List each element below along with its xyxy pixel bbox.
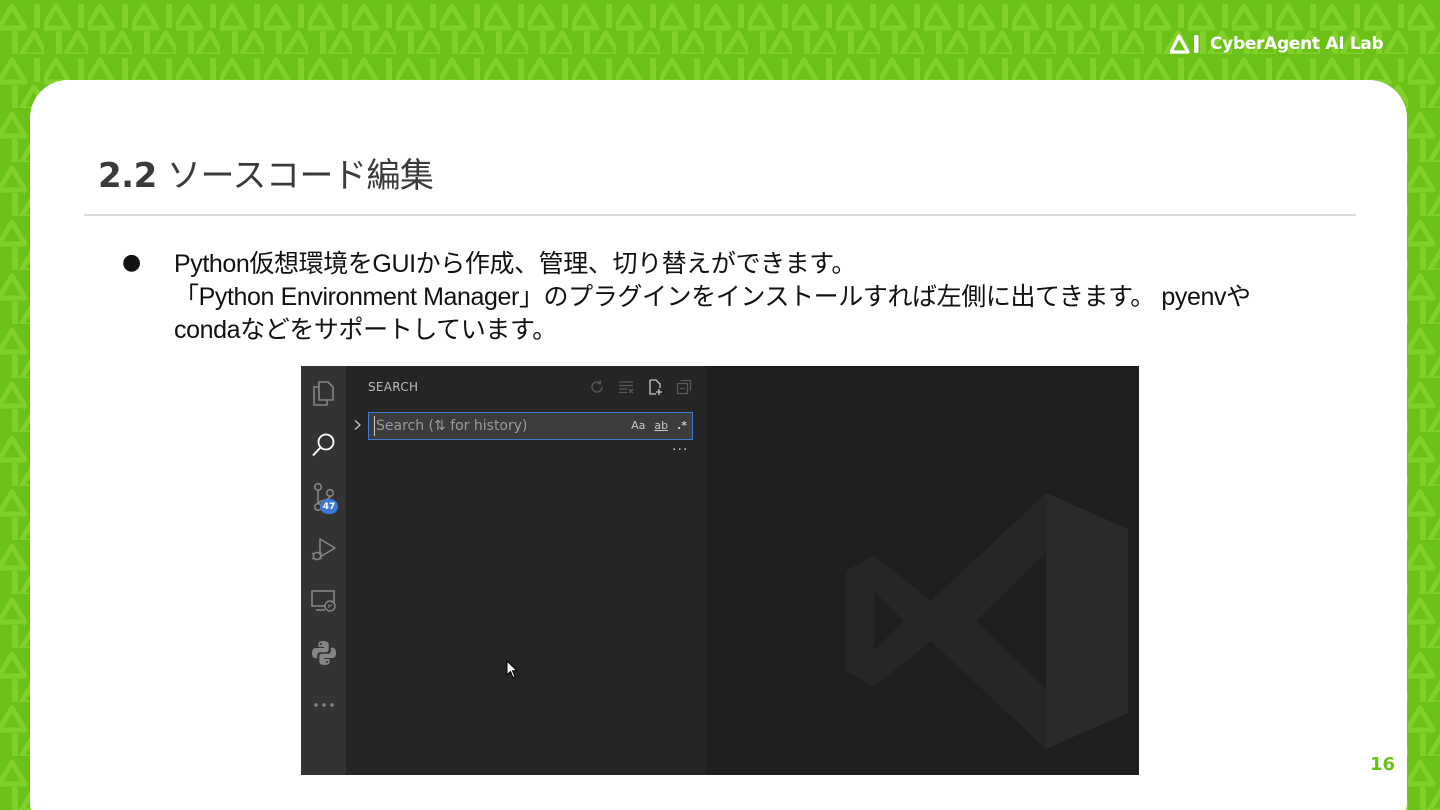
title-divider — [84, 214, 1356, 216]
run-debug-icon[interactable] — [307, 532, 341, 566]
search-box: Aa ab .* — [368, 412, 693, 440]
toggle-replace-chevron-icon[interactable] — [352, 419, 362, 435]
slide-title: 2.2 ソースコード編集 — [98, 148, 434, 197]
brand-name: CyberAgent AI Lab — [1210, 34, 1384, 54]
bullet-line-1: Python仮想環境をGUIから作成、管理、切り替えができます。 — [174, 250, 856, 278]
vscode-screenshot: 47 SEARCH Search (⇅ for history) Aa ab .… — [301, 366, 1139, 775]
files-icon[interactable] — [307, 376, 341, 410]
panel-title: SEARCH — [368, 380, 419, 394]
clear-results-icon[interactable] — [617, 378, 635, 396]
activity-bar: 47 — [301, 366, 346, 775]
scm-badge: 47 — [320, 499, 338, 514]
bullet-line-3: condaなどをサポートしています。 — [174, 316, 557, 344]
bullet-line-2: 「Python Environment Manager」のプラグインをインストー… — [174, 283, 1251, 311]
slide-title-text: ソースコード編集 — [167, 156, 434, 196]
mouse-cursor-icon — [506, 659, 520, 684]
brand-logo: CyberAgent AI Lab — [1170, 33, 1384, 55]
python-icon[interactable] — [307, 636, 341, 670]
cyberagent-logo-icon — [1170, 34, 1199, 54]
bullet-marker: ● — [122, 250, 142, 275]
match-case-toggle[interactable]: Aa — [631, 418, 645, 434]
page-number: 16 — [1370, 754, 1396, 775]
remote-explorer-icon[interactable] — [307, 584, 341, 618]
use-regex-toggle[interactable]: .* — [677, 418, 687, 434]
vscode-logo-watermark-icon — [846, 493, 1128, 749]
match-whole-word-toggle[interactable]: ab — [654, 418, 668, 434]
toggle-search-details[interactable]: ··· — [672, 442, 688, 458]
refresh-icon[interactable] — [588, 378, 606, 396]
new-search-editor-icon[interactable] — [646, 378, 664, 396]
search-options: Aa ab .* — [631, 418, 687, 434]
search-panel: SEARCH Aa ab .* ··· — [346, 366, 706, 775]
bullet-text: Python仮想環境をGUIから作成、管理、切り替えができます。 「Python… — [174, 248, 1344, 347]
slide-title-number: 2.2 — [98, 156, 157, 196]
panel-actions — [588, 378, 693, 396]
search-input[interactable] — [374, 416, 614, 436]
more-icon[interactable] — [307, 688, 341, 722]
collapse-all-icon[interactable] — [675, 378, 693, 396]
search-icon[interactable] — [307, 428, 341, 462]
editor-area — [706, 366, 1139, 775]
